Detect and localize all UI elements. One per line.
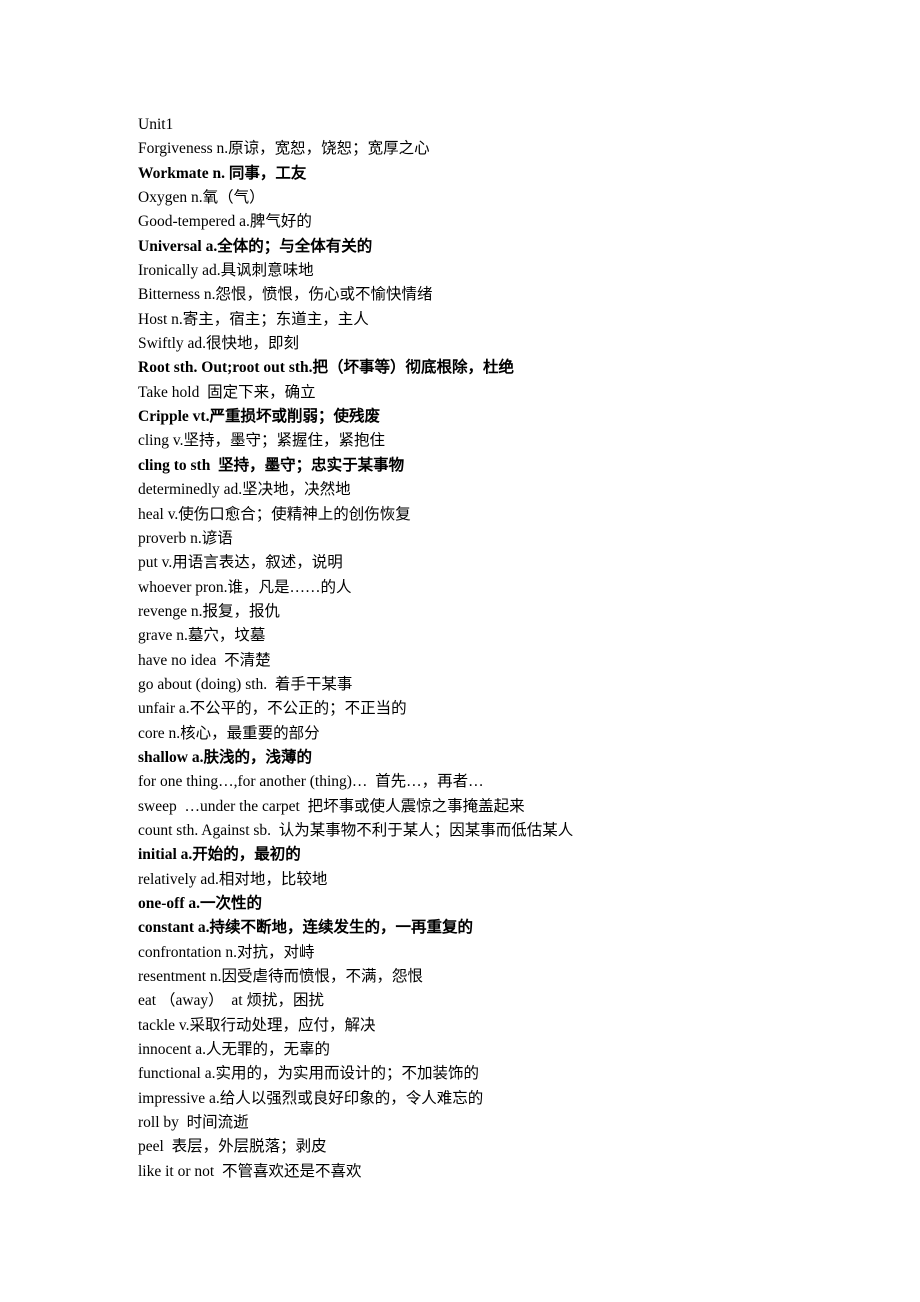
vocabulary-entry: go about (doing) sth. 着手干某事 xyxy=(138,675,353,693)
vocabulary-entry: relatively ad.相对地，比较地 xyxy=(138,870,328,888)
vocabulary-entry: Workmate n. 同事，工友 xyxy=(138,164,307,182)
vocabulary-entry: impressive a.给人以强烈或良好印象的，令人难忘的 xyxy=(138,1089,484,1107)
vocabulary-entry: sweep …under the carpet 把坏事或使人震惊之事掩盖起来 xyxy=(138,797,525,815)
vocabulary-entry: Universal a.全体的；与全体有关的 xyxy=(138,237,373,255)
vocabulary-entry: Root sth. Out;root out sth.把（坏事等）彻底根除，杜绝 xyxy=(138,359,515,377)
vocabulary-list: Unit1 Forgiveness n.原谅，宽恕，饶恕；宽厚之心 Workmate… xyxy=(138,113,920,1184)
vocabulary-entry: determinedly ad.坚决地，决然地 xyxy=(138,481,351,499)
vocabulary-entry: unfair a.不公平的，不公正的；不正当的 xyxy=(138,700,407,718)
vocabulary-entry: grave n.墓穴，坟墓 xyxy=(138,627,266,645)
vocabulary-entry: confrontation n.对抗，对峙 xyxy=(138,943,315,961)
vocabulary-entry: Oxygen n.氧（气） xyxy=(138,189,265,207)
vocabulary-entry: roll by 时间流逝 xyxy=(138,1114,249,1132)
vocabulary-entry: cling v.坚持，墨守；紧握住，紧抱住 xyxy=(138,432,385,450)
vocabulary-entry: core n.核心，最重要的部分 xyxy=(138,724,320,742)
vocabulary-entry: Forgiveness n.原谅，宽恕，饶恕；宽厚之心 xyxy=(138,140,430,158)
vocabulary-entry: like it or not 不管喜欢还是不喜欢 xyxy=(138,1162,362,1180)
vocabulary-entry: innocent a.人无罪的，无辜的 xyxy=(138,1041,331,1059)
vocabulary-entry: Take hold 固定下来，确立 xyxy=(138,383,316,401)
vocabulary-entry: proverb n.谚语 xyxy=(138,529,233,547)
vocabulary-entry: cling to sth 坚持，墨守；忠实于某事物 xyxy=(138,456,405,474)
vocabulary-entry: one-off a.一次性的 xyxy=(138,895,262,912)
vocabulary-entry: Ironically ad.具讽刺意味地 xyxy=(138,262,314,280)
vocabulary-entry: eat （away） at 烦扰，困扰 xyxy=(138,992,324,1010)
vocabulary-entry: functional a.实用的，为实用而设计的；不加装饰的 xyxy=(138,1065,479,1083)
vocabulary-entry: revenge n.报复，报仇 xyxy=(138,602,281,620)
vocabulary-entry: initial a.开始的，最初的 xyxy=(138,846,301,864)
vocabulary-entry: have no idea 不清楚 xyxy=(138,651,271,669)
vocabulary-entry: tackle v.采取行动处理，应付，解决 xyxy=(138,1016,376,1034)
vocabulary-entry: Swiftly ad.很快地，即刻 xyxy=(138,335,300,353)
document-page: Unit1 Forgiveness n.原谅，宽恕，饶恕；宽厚之心 Workmate… xyxy=(0,0,920,1302)
vocabulary-entry: constant a.持续不断地，连续发生的，一再重复的 xyxy=(138,919,473,937)
vocabulary-entry: Cripple vt.严重损坏或削弱；使残废 xyxy=(138,408,380,426)
vocabulary-entry: peel 表层，外层脱落；剥皮 xyxy=(138,1138,327,1156)
vocabulary-entry: shallow a.肤浅的，浅薄的 xyxy=(138,748,312,766)
vocabulary-entry: resentment n.因受虐待而愤恨，不满，怨恨 xyxy=(138,968,424,986)
vocabulary-entry: heal v.使伤口愈合；使精神上的创伤恢复 xyxy=(138,505,411,523)
document-title-line: Unit1 xyxy=(138,116,174,133)
vocabulary-entry: whoever pron.谁，凡是……的人 xyxy=(138,578,352,596)
vocabulary-entry: put v.用语言表达，叙述，说明 xyxy=(138,554,343,572)
vocabulary-entry: count sth. Against sb. 认为某事物不利于某人；因某事而低估… xyxy=(138,821,574,839)
vocabulary-entry: Host n.寄主，宿主；东道主，主人 xyxy=(138,310,369,328)
vocabulary-entry: Good-tempered a.脾气好的 xyxy=(138,213,312,231)
vocabulary-entry: Bitterness n.怨恨，愤恨，伤心或不愉快情绪 xyxy=(138,286,433,304)
vocabulary-entry: for one thing…,for another (thing)… 首先…，… xyxy=(138,773,484,791)
